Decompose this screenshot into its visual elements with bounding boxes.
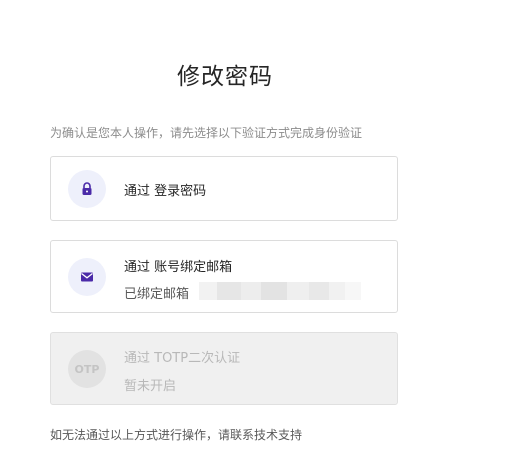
mail-icon: [68, 258, 106, 296]
page-title: 修改密码: [177, 64, 273, 90]
verify-by-email-option[interactable]: 通过 账号绑定邮箱 已绑定邮箱: [50, 240, 398, 313]
otp-badge-icon: OTP: [68, 350, 106, 388]
lock-icon: [68, 170, 106, 208]
verify-by-password-option[interactable]: 通过 登录密码: [50, 156, 398, 221]
change-password-page: 修改密码 为确认是您本人操作，请先选择以下验证方式完成身份验证 通过 登录密码 …: [0, 0, 507, 462]
totp-option-label: 通过 TOTP二次认证: [124, 351, 241, 366]
masked-email-value: [199, 282, 361, 300]
email-option-label: 通过 账号绑定邮箱: [124, 260, 233, 275]
verify-by-totp-option: OTP 通过 TOTP二次认证 暂未开启: [50, 332, 398, 405]
verification-hint: 为确认是您本人操作，请先选择以下验证方式完成身份验证: [50, 126, 363, 140]
support-footer-text: 如无法通过以上方式进行操作，请联系技术支持: [50, 428, 303, 442]
bound-email-caption: 已绑定邮箱: [124, 287, 190, 302]
otp-badge-text: OTP: [74, 362, 100, 376]
password-option-label: 通过 登录密码: [124, 184, 207, 199]
totp-status-text: 暂未开启: [124, 379, 177, 394]
